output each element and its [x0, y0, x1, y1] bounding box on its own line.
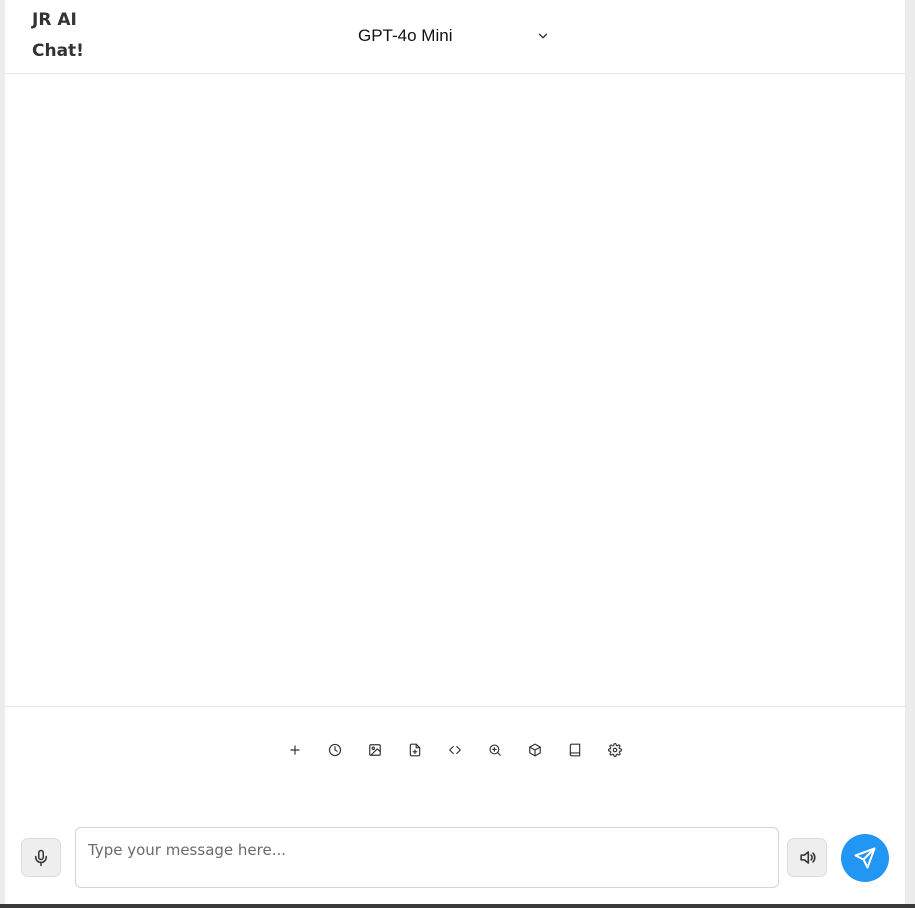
app-title: JR AI Chat!: [32, 5, 112, 67]
cube-icon: [529, 743, 541, 757]
window-bottom-edge: [0, 904, 915, 908]
zoom-in-icon: [489, 744, 501, 756]
app-title-line1: JR AI: [32, 10, 77, 30]
image-icon: [369, 744, 381, 756]
model-3d-button[interactable]: [520, 735, 550, 765]
text-to-speech-button[interactable]: [787, 838, 827, 877]
image-button[interactable]: [360, 735, 390, 765]
code-icon: [449, 745, 461, 755]
toolbar: [280, 735, 630, 765]
file-button[interactable]: [400, 735, 430, 765]
header: JR AI Chat! GPT-4o Mini: [5, 0, 905, 74]
settings-button[interactable]: [600, 735, 630, 765]
app-title-line2: Chat!: [32, 41, 84, 61]
send-icon: [854, 847, 876, 869]
model-select-value: GPT-4o Mini: [358, 26, 453, 45]
plus-icon: [290, 745, 300, 755]
book-icon: [569, 743, 581, 757]
zoom-button[interactable]: [480, 735, 510, 765]
history-button[interactable]: [320, 735, 350, 765]
chat-messages-area: [5, 74, 905, 707]
model-select[interactable]: GPT-4o Mini: [350, 16, 558, 56]
microphone-icon: [35, 849, 47, 866]
microphone-button[interactable]: [21, 838, 61, 877]
new-chat-button[interactable]: [280, 735, 310, 765]
code-button[interactable]: [440, 735, 470, 765]
message-input[interactable]: [75, 827, 779, 888]
file-plus-icon: [409, 743, 421, 757]
gear-icon: [608, 743, 622, 757]
speaker-icon: [799, 851, 815, 864]
chevron-down-icon: [538, 33, 548, 39]
clock-icon: [328, 743, 342, 757]
chat-app: JR AI Chat! GPT-4o Mini: [5, 0, 905, 904]
library-button[interactable]: [560, 735, 590, 765]
send-button[interactable]: [841, 834, 889, 882]
